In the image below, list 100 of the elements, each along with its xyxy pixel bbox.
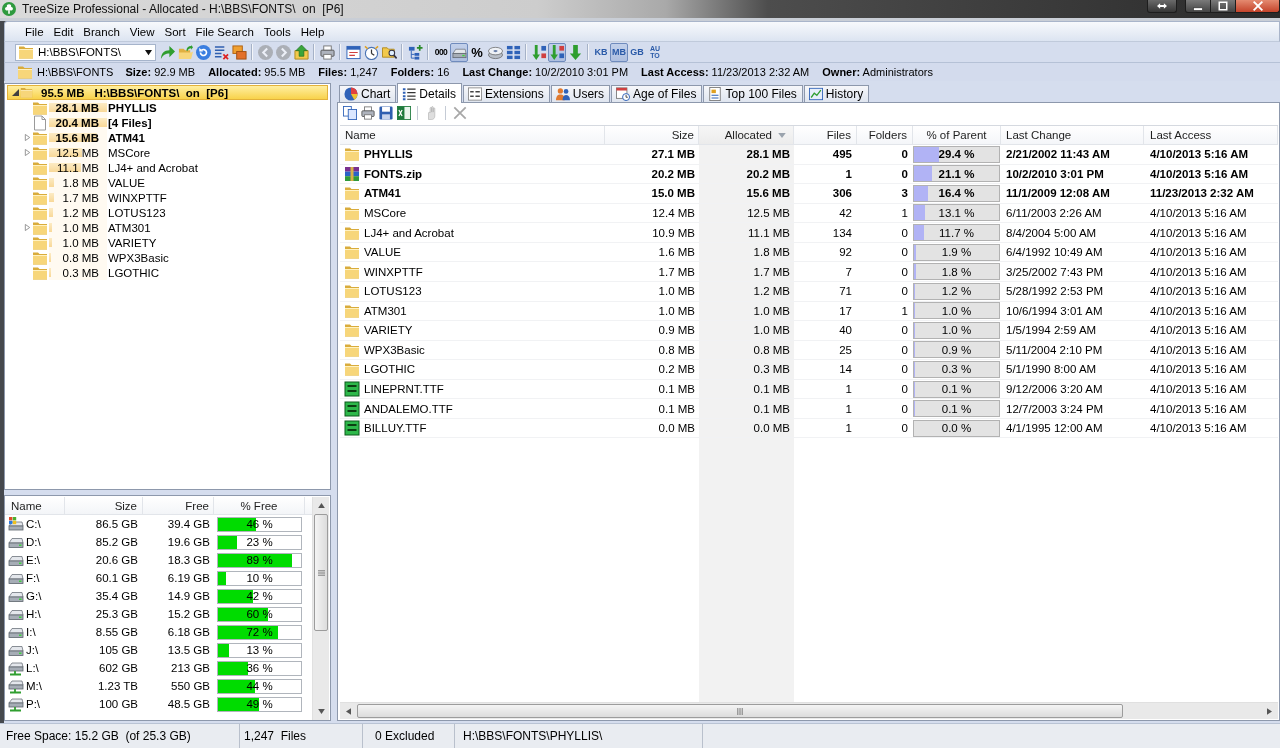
size-label: 1.0 MB <box>62 236 100 249</box>
percent-label: 49 % <box>246 698 273 710</box>
tab[interactable]: Top 100 Files <box>703 85 803 102</box>
collapsed-arrow-icon[interactable] <box>24 134 31 141</box>
printer-icon <box>360 106 375 120</box>
table-cell-text: 1 <box>844 401 853 417</box>
table-cell-text: 8/4/2004 5:00 AM <box>1005 225 1098 241</box>
table-cell-text: 1/5/1994 2:59 AM <box>1005 323 1098 339</box>
drive-name: I:\ <box>26 626 36 638</box>
expanded-arrow-icon[interactable] <box>12 89 19 96</box>
file-name: LINEPRNT.TTF <box>364 383 444 396</box>
maximize-button[interactable] <box>1211 0 1236 13</box>
toolbar-button[interactable] <box>318 42 336 62</box>
menu-item[interactable]: Sort <box>159 25 191 38</box>
toolbar-button[interactable] <box>530 42 548 62</box>
tree-item[interactable]: 15.6 MB ATM41 <box>7 130 328 145</box>
scroll-down-arrow-icon[interactable] <box>317 709 325 714</box>
tree-item[interactable]: 12.5 MB MSCore <box>7 145 328 160</box>
menu-item[interactable]: Tools <box>258 25 296 38</box>
scroll-up-arrow-icon[interactable] <box>317 503 325 508</box>
resize-button[interactable] <box>1147 0 1177 13</box>
tree-item[interactable]: 28.1 MB PHYLLIS <box>7 100 328 115</box>
drive-name: M:\ <box>26 680 42 692</box>
close-button[interactable] <box>1236 0 1280 13</box>
column-header[interactable]: Last Change <box>1001 126 1144 144</box>
tab[interactable]: History <box>803 85 870 102</box>
toolbar-button[interactable] <box>395 104 412 122</box>
grip-icon <box>737 707 743 715</box>
toolbar-button[interactable] <box>341 104 358 122</box>
column-header[interactable]: Allocated <box>699 126 794 144</box>
table-cell-text: 4/10/2013 5:16 AM <box>1149 166 1250 182</box>
toolbar-button[interactable] <box>548 42 566 62</box>
table-cell-text: 6.18 GB <box>166 625 211 640</box>
table-cell-text: 15.2 GB <box>166 607 211 622</box>
toolbar-button[interactable]: KB <box>592 42 610 62</box>
menu-item[interactable]: File <box>20 25 49 38</box>
toolbar-button[interactable] <box>406 42 424 62</box>
scroll-right-arrow-icon[interactable] <box>1267 707 1272 715</box>
table-cell-text: 0.1 MB <box>657 401 696 417</box>
tree-plus-icon <box>407 44 423 60</box>
tree-item[interactable]: 1.7 MB WINXPTTF <box>7 190 328 205</box>
tree-item[interactable]: 1.8 MB VALUE <box>7 175 328 190</box>
collapsed-arrow-icon[interactable] <box>24 224 31 231</box>
tree-item[interactable]: 95.5 MB H:\BBS\FONTS\ on [P6] <box>7 85 328 100</box>
minimize-button[interactable] <box>1185 0 1211 13</box>
menu-item[interactable]: File Search <box>190 25 259 38</box>
tab[interactable]: Details <box>397 83 463 103</box>
percent-label: 1.8 % <box>941 265 972 278</box>
toolbar-button[interactable]: % <box>468 42 486 62</box>
tree-item[interactable]: 20.4 MB [4 Files] <box>7 115 328 130</box>
menu-item[interactable]: Branch <box>78 25 125 38</box>
column-header[interactable]: Last Access <box>1144 126 1278 144</box>
column-header[interactable]: Size <box>65 497 143 514</box>
scroll-left-arrow-icon[interactable] <box>346 707 351 715</box>
collapsed-arrow-icon[interactable] <box>24 149 31 156</box>
toolbar-button[interactable] <box>377 104 394 122</box>
table-cell-text: 20.6 GB <box>94 553 139 568</box>
column-header[interactable]: % of Parent <box>913 126 1001 144</box>
column-header[interactable]: Folders <box>857 126 913 144</box>
column-header[interactable]: Free <box>143 497 214 514</box>
table-cell-text: 550 GB <box>170 679 211 694</box>
table-cell-text: 4/10/2013 5:16 AM <box>1149 342 1248 358</box>
tree-item[interactable]: 0.3 MB LGOTHIC <box>7 265 328 280</box>
column-header[interactable]: Name <box>340 126 605 144</box>
tab[interactable]: Chart <box>339 85 397 102</box>
menu-item[interactable]: Edit <box>48 25 79 38</box>
table-cell-text: 0.8 MB <box>752 342 791 358</box>
maximize-icon <box>1218 1 1228 11</box>
menu-item[interactable]: View <box>124 25 160 38</box>
column-header[interactable]: Name <box>5 497 65 514</box>
tree-item[interactable]: 1.0 MB VARIETY <box>7 235 328 250</box>
tab[interactable]: Users <box>550 85 611 102</box>
toolbar-button[interactable]: 000 <box>432 42 450 62</box>
scrollbar-thumb[interactable] <box>357 704 1123 718</box>
table-cell-text: 4/10/2013 5:16 AM <box>1149 362 1248 378</box>
percent-label: 0.1 % <box>941 402 972 415</box>
item-name: WPX3Basic <box>108 251 169 264</box>
path-combobox[interactable]: H:\BBS\FONTS\ <box>15 43 156 61</box>
back-icon <box>257 44 273 60</box>
toolbar-button[interactable]: GB <box>628 42 646 62</box>
percent-label: 0.3 % <box>941 363 972 376</box>
tree-item[interactable]: 1.2 MB LOTUS123 <box>7 205 328 220</box>
file-name: VALUE <box>364 246 401 259</box>
tree-item[interactable]: 1.0 MB ATM301 <box>7 220 328 235</box>
table-cell-text: 1.0 MB <box>752 323 791 339</box>
percent-label: 0.1 % <box>941 383 972 396</box>
column-header[interactable]: Files <box>794 126 857 144</box>
tab[interactable]: Age of Files <box>611 85 703 102</box>
toolbar-button[interactable]: MB <box>610 42 628 62</box>
column-header[interactable]: % Free <box>214 497 305 514</box>
tree-item[interactable]: 0.8 MB WPX3Basic <box>7 250 328 265</box>
table-cell-text: 1.8 MB <box>752 245 791 261</box>
table-cell-text: 11/1/2009 12:08 AM <box>1005 186 1111 202</box>
scrollbar-thumb[interactable] <box>314 514 328 631</box>
menu-item[interactable]: Help <box>295 25 330 38</box>
tab[interactable]: Extensions <box>463 85 550 102</box>
table-cell-text: 11.1 MB <box>747 225 791 241</box>
percent-label: 1.2 % <box>941 285 972 298</box>
table-cell-text: 6/11/2003 2:26 AM <box>1005 205 1103 221</box>
tree-item[interactable]: 11.1 MB LJ4+ and Acrobat <box>7 160 328 175</box>
